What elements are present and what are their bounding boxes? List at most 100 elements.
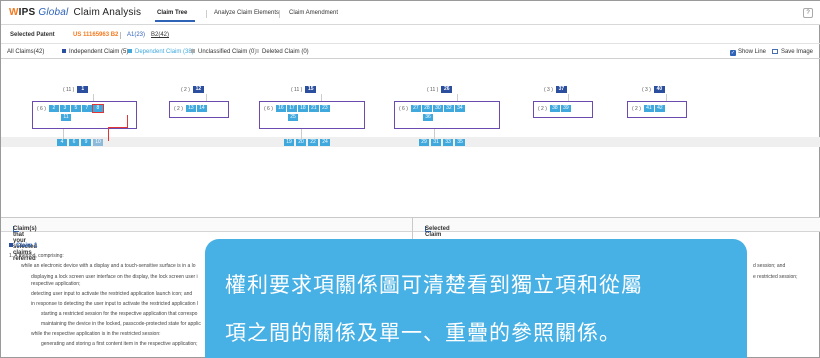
dependent-claim-node[interactable]: 7: [81, 105, 92, 112]
patent-number: US 11165963 B2: [73, 32, 119, 38]
tab-analyze-claim-elements[interactable]: Analyze Claim Elements: [214, 10, 279, 16]
dependent-group: ( 6 ) 16 17 18 21 23 25: [259, 101, 365, 129]
dependent-claim-node[interactable]: 27: [410, 105, 421, 112]
checkbox-checked-icon: ✓: [729, 50, 736, 56]
dependent-claim-node[interactable]: 11: [61, 114, 71, 121]
filter-dependent[interactable]: Dependent Claim (38): [128, 49, 194, 55]
tree-connector: [301, 129, 302, 139]
dependent-claim-node[interactable]: 17: [286, 105, 297, 112]
unclassified-color-swatch: [191, 49, 195, 53]
independent-claim-node[interactable]: ( 11 ) 15: [291, 86, 317, 93]
independent-claim-node[interactable]: ( 3 ) 40: [642, 86, 665, 93]
dependent-claim-node[interactable]: 33: [443, 139, 453, 146]
dependent-group: ( 6 ) 27 28 30 32 34 36: [394, 101, 500, 129]
dependent-claim-node[interactable]: 10: [93, 139, 103, 146]
dependent-claim-node[interactable]: 32: [443, 105, 454, 112]
tree-connector: [568, 94, 569, 101]
dependent-claim-node[interactable]: 36: [423, 114, 433, 121]
claim-filter-bar: All Claims(42) Independent Claim (5) Dep…: [1, 45, 820, 59]
independent-color-swatch: [62, 49, 66, 53]
dependent-claim-node[interactable]: 5: [70, 105, 81, 112]
dependent-claim-node[interactable]: 35: [455, 139, 465, 146]
dependent-claim-node[interactable]: 16: [275, 105, 286, 112]
dependent-claim-node[interactable]: 21: [308, 105, 319, 112]
app-logo: WIPS Global Claim Analysis: [9, 7, 142, 18]
dependent-group: ( 2 ) 38 39: [533, 101, 593, 118]
sub-dependent-row: 29 31 33 35: [419, 139, 467, 148]
claim-text-line: in response to detecting the user input …: [31, 301, 199, 307]
dependent-claim-node[interactable]: 18: [297, 105, 308, 112]
sub-dependent-band: [1, 137, 820, 147]
header: WIPS Global Claim Analysis Claim Tree An…: [1, 1, 820, 25]
dependent-claim-node[interactable]: 34: [454, 105, 465, 112]
tree-connector: [63, 129, 64, 139]
dependent-claim-node[interactable]: 28: [421, 105, 432, 112]
dependent-claim-node[interactable]: 6: [69, 139, 79, 146]
dependent-claim-node[interactable]: 42: [654, 105, 665, 112]
dependent-claim-node[interactable]: 3: [59, 105, 70, 112]
claim-text-line: generating and storing a first content i…: [41, 341, 198, 347]
claim-text-line: e restricted session;: [753, 274, 798, 280]
claim-heading[interactable]: Claim 1: [9, 243, 37, 249]
sub-dependent-row: 19 20 22 24: [284, 139, 332, 148]
independent-claim-node[interactable]: ( 11 ) 1: [63, 86, 89, 93]
tree-connector: [457, 94, 458, 101]
independent-claim-node[interactable]: ( 3 ) 37: [544, 86, 567, 93]
dependent-claim-node[interactable]: 14: [196, 105, 207, 112]
tab-separator: [279, 10, 280, 18]
dependent-claim-node[interactable]: 2: [48, 105, 59, 112]
save-image-button[interactable]: Save Image: [771, 49, 813, 55]
dependent-claim-node[interactable]: 23: [319, 105, 330, 112]
claim-text-line: d session; and: [753, 263, 786, 269]
filter-independent[interactable]: Independent Claim (5): [62, 49, 128, 55]
claim-text-line: starting a restricted session for the re…: [41, 311, 198, 317]
dependent-claim-node[interactable]: 29: [419, 139, 429, 146]
dependent-claim-node[interactable]: 25: [288, 114, 298, 121]
caption-line-2: 項之間的關係及單一、重疊的參照關係。: [225, 321, 621, 345]
independent-claim-node[interactable]: ( 11 ) 26: [427, 86, 453, 93]
dependent-claim-node[interactable]: 22: [308, 139, 318, 146]
dependent-claim-node[interactable]: 4: [57, 139, 67, 146]
reference-line: [108, 127, 109, 141]
dependent-claim-node[interactable]: 41: [643, 105, 654, 112]
claim-text-line: displaying a lock screen user interface …: [31, 274, 198, 280]
tree-connector: [666, 94, 667, 101]
independent-claim-node[interactable]: ( 2 ) 12: [181, 86, 204, 93]
tab-claim-tree[interactable]: Claim Tree: [157, 10, 187, 16]
dependent-group: ( 2 ) 13 14: [169, 101, 229, 118]
tab-separator: [206, 10, 207, 18]
reference-line: [127, 115, 128, 127]
tab-claim-amendment[interactable]: Claim Amendment: [289, 10, 338, 16]
dependent-claim-node[interactable]: 30: [432, 105, 443, 112]
tree-connector: [93, 94, 94, 101]
dependent-claim-node[interactable]: 13: [185, 105, 196, 112]
filter-deleted[interactable]: Deleted Claim (0): [255, 49, 309, 55]
dependent-color-swatch: [128, 49, 132, 53]
dependent-claim-node[interactable]: 20: [296, 139, 306, 146]
tree-connector: [321, 94, 322, 101]
dependent-claim-node[interactable]: 19: [284, 139, 294, 146]
dependent-claim-node-selected[interactable]: 8: [91, 104, 104, 113]
caption-overlay: 權利要求項關係圖可清楚看到獨立項和從屬 項之間的關係及單一、重疊的參照關係。: [205, 239, 747, 358]
dependent-claim-node[interactable]: 38: [549, 105, 560, 112]
active-tab-indicator: [155, 20, 195, 22]
filter-unclassified[interactable]: Unclassified Claim (0): [191, 49, 256, 55]
dependent-claim-node[interactable]: 39: [560, 105, 571, 112]
dependent-claim-node[interactable]: 31: [431, 139, 441, 146]
filter-all-claims[interactable]: All Claims(42): [7, 49, 44, 55]
claim-text-line: while the respective application is in t…: [31, 331, 161, 337]
show-line-checkbox[interactable]: ✓ Show Line: [729, 49, 766, 56]
help-button[interactable]: ?: [803, 8, 813, 18]
dependent-claim-node[interactable]: 24: [320, 139, 330, 146]
tree-connector: [434, 129, 435, 139]
claim-text-line: respective application;: [31, 281, 81, 287]
dependent-claim-node[interactable]: 9: [81, 139, 91, 146]
divider: [120, 32, 121, 39]
a1-version-link[interactable]: A1(23): [127, 32, 145, 38]
b2-version-link[interactable]: B2(42): [151, 32, 169, 38]
caption-line-1: 權利要求項關係圖可清楚看到獨立項和從屬: [225, 273, 643, 297]
dependent-group: ( 2 ) 41 42: [627, 101, 687, 118]
dependent-group: ( 6 ) 2 3 5 7 8 11: [32, 101, 137, 129]
selected-patent-label: Selected Patent: [10, 32, 55, 38]
claim-text-line: maintaining the device in the locked, pa…: [41, 321, 201, 327]
